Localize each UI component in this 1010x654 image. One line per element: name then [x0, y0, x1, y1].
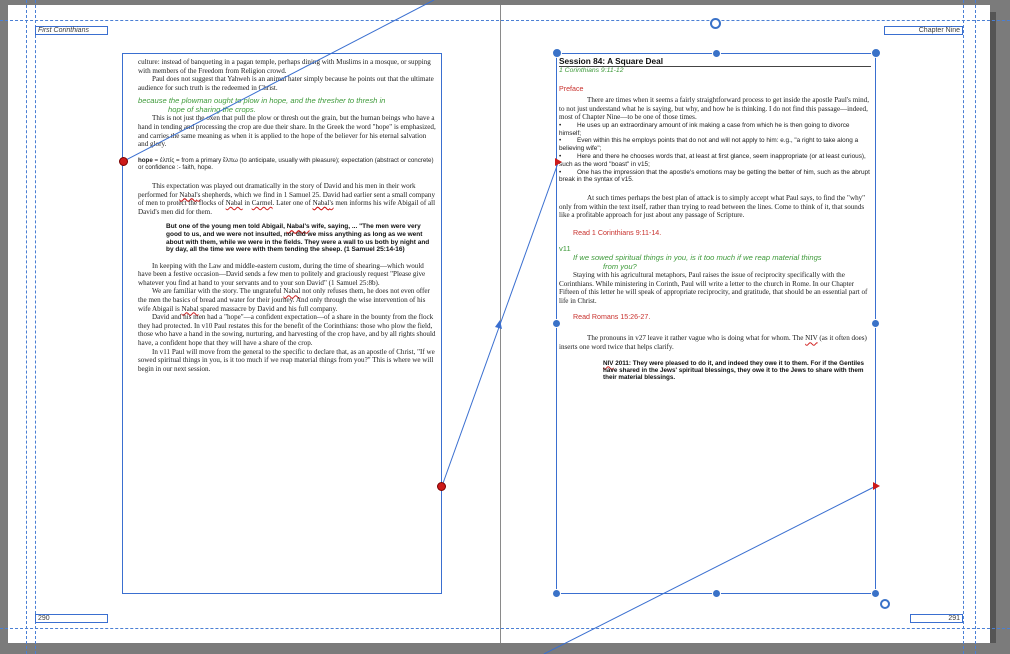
frame-handle-left[interactable]	[552, 319, 561, 328]
body-paragraph: This is not just the oxen that pull the …	[138, 114, 436, 149]
body-paragraph: Paul does not suggest that Yahweh is an …	[138, 75, 434, 92]
corner-options-icon[interactable]	[880, 599, 890, 609]
definition-text: = ἐλπίς = from a primary ἔλπω (to antici…	[138, 156, 434, 172]
in-port-icon[interactable]	[119, 157, 128, 166]
document-spread: First Corinthians Chapter Nine 290 291 c…	[0, 0, 1010, 654]
body-paragraph: The pronouns in v27 leave it rather vagu…	[559, 334, 867, 351]
bullet-item: • One has the impression that the apostle…	[559, 169, 871, 185]
text-frame-right[interactable]: Session 84: A Square Deal 1 Corinthians …	[556, 53, 876, 594]
block-quote: But one of the young men told Abigail, N…	[166, 223, 430, 254]
bullet-icon: •	[559, 137, 562, 145]
body-paragraph: This expectation was played out dramatic…	[138, 181, 436, 216]
in-port-arrow-icon[interactable]	[555, 158, 562, 166]
frame-handle-top-left[interactable]	[552, 48, 562, 58]
folio-right[interactable]: 291	[910, 614, 963, 623]
out-port-icon[interactable]	[437, 482, 446, 491]
page-shadow	[990, 12, 996, 643]
bullet-item: • Even within this he employs points that…	[559, 137, 871, 153]
body-paragraph: David and his men had a "hope"—a confide…	[138, 313, 436, 348]
out-port-arrow-icon[interactable]	[873, 482, 880, 490]
body-paragraph: At such times perhaps the best plan of a…	[559, 194, 866, 220]
running-head-right[interactable]: Chapter Nine	[884, 26, 963, 35]
frame-handle-bottom-left[interactable]	[552, 589, 561, 598]
verse-label: v11	[559, 243, 571, 253]
margin-guide	[963, 0, 964, 654]
frame-handle-top-right[interactable]	[871, 48, 881, 58]
preface-intro: There are times when it seems a fairly s…	[559, 96, 869, 122]
bullet-icon: •	[559, 121, 562, 129]
bullet-text: Here and there he chooses words that, at…	[559, 152, 866, 168]
verse-heading: If we sowed spiritual things in you, is …	[559, 253, 871, 271]
rotate-handle-icon[interactable]	[710, 18, 721, 29]
margin-guide	[35, 0, 36, 654]
block-quote: NIV 2011: They were pleased to do it, an…	[603, 359, 865, 382]
running-head-left[interactable]: First Corinthians	[35, 26, 108, 35]
top-margin-guide	[0, 20, 1010, 21]
bullet-text: He uses up an extraordinary amount of in…	[559, 121, 850, 137]
body-paragraph: In keeping with the Law and middle-easte…	[138, 261, 426, 287]
bottom-margin-guide	[0, 628, 1010, 629]
word-definition: hope = ἐλπίς = from a primary ἔλπω (to a…	[138, 157, 437, 172]
body-paragraph: culture: instead of banqueting in a paga…	[138, 58, 431, 75]
read-instruction: Read Romans 15:26-27.	[573, 313, 651, 322]
verse-heading-line: If we sowed spiritual things in you, is …	[573, 252, 822, 262]
session-reference: 1 Corinthians 9:11-12	[559, 67, 624, 74]
bullet-item: • He uses up an extraordinary amount of i…	[559, 122, 871, 138]
verse-heading-line: because the plowman ought to plow in hop…	[138, 96, 386, 106]
read-instruction: Read 1 Corinthians 9:11-14.	[573, 228, 662, 237]
verse-heading-line: from you?	[603, 261, 637, 271]
bleed-guide	[975, 0, 976, 654]
frame-handle-bottom-right[interactable]	[871, 589, 880, 598]
spine-divider	[500, 5, 501, 643]
bullet-text: Even within this he employs points that …	[559, 137, 859, 153]
bullet-text: One has the impression that the apostle'…	[559, 168, 870, 184]
folio-left[interactable]: 290	[35, 614, 108, 623]
definition-term: hope	[138, 156, 153, 164]
text-frame-left[interactable]: culture: instead of banqueting in a paga…	[122, 53, 442, 594]
body-paragraph: In v11 Paul will move from the general t…	[138, 347, 435, 373]
body-paragraph: We are familiar with the story. The ungr…	[138, 287, 430, 313]
body-paragraph: Staying with his agricultural metaphors,…	[559, 270, 868, 305]
verse-heading: because the plowman ought to plow in hop…	[138, 96, 437, 114]
bleed-guide	[26, 0, 27, 654]
bullet-icon: •	[559, 168, 562, 176]
frame-handle-bottom[interactable]	[712, 589, 721, 598]
frame-handle-right[interactable]	[871, 319, 880, 328]
preface-label: Preface	[559, 85, 584, 93]
bullet-item: • Here and there he chooses words that, a…	[559, 153, 871, 169]
frame-handle-top[interactable]	[712, 49, 721, 58]
verse-heading-line: hope of sharing the crops.	[168, 105, 256, 115]
